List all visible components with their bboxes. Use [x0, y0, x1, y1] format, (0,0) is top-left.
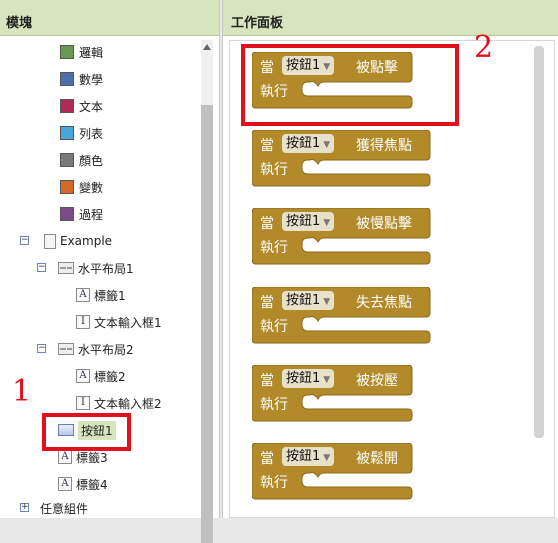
tree-item-lists[interactable]: 列表 [60, 122, 103, 144]
highlight-box-click-event [241, 44, 459, 126]
tree-item-textbox1[interactable]: I 文本輸入框1 [76, 311, 162, 333]
colors-color-icon [60, 153, 74, 167]
component-dropdown[interactable]: 按鈕1 ▼ [282, 134, 335, 153]
label-icon: A [58, 477, 72, 491]
tree-item-label: 水平布局2 [78, 342, 134, 357]
event-name: 獲得焦點 [356, 138, 412, 154]
blocks-panel-title: 模塊 [0, 0, 219, 36]
label-icon: A [58, 450, 72, 464]
component-dropdown-label: 按鈕1 [286, 371, 321, 386]
event-name: 被鬆開 [356, 451, 398, 467]
procedures-color-icon [60, 207, 74, 221]
dropdown-arrow-icon: ▼ [323, 375, 331, 385]
blocks-panel-scrollbar[interactable] [201, 40, 213, 543]
do-keyword: 執行 [260, 319, 288, 335]
tree-item-logic[interactable]: 邏輯 [60, 41, 103, 63]
textbox-icon: I [76, 396, 90, 410]
component-dropdown[interactable]: 按鈕1 ▼ [282, 212, 335, 231]
collapse-screen-toggle[interactable]: − [20, 236, 29, 245]
when-keyword: 當 [260, 451, 274, 467]
tree-item-procedures[interactable]: 過程 [60, 203, 103, 225]
collapse-hbox2-toggle[interactable]: − [37, 344, 46, 353]
label-icon: A [76, 369, 90, 383]
horizontal-arrangement-icon [58, 343, 74, 355]
tree-item-label1[interactable]: A 標籤1 [76, 284, 126, 306]
lists-color-icon [60, 126, 74, 140]
component-dropdown[interactable]: 按鈕1 ▼ [282, 291, 335, 310]
tree-item-label2[interactable]: A 標籤2 [76, 365, 126, 387]
tree-item-label: Example [60, 234, 113, 248]
logic-color-icon [60, 45, 74, 59]
tree-item-label: 數學 [79, 72, 104, 87]
event-block[interactable]: 當按鈕1 ▼ 失去焦點執行 [252, 287, 432, 345]
tree-item-label: 標籤1 [94, 288, 126, 303]
event-name: 被慢點擊 [356, 216, 412, 232]
tree-item-hbox2[interactable]: 水平布局2 [58, 338, 134, 360]
collapse-hbox1-toggle[interactable]: − [37, 263, 46, 272]
dropdown-arrow-icon: ▼ [323, 218, 331, 228]
tree-item-label4[interactable]: A 標籤4 [58, 473, 108, 495]
do-keyword: 執行 [260, 475, 288, 491]
tree-item-label: 列表 [79, 126, 104, 141]
label-icon: A [76, 288, 90, 302]
tree-item-label: 文本輸入框2 [94, 396, 162, 411]
workspace-scrollbar[interactable] [534, 46, 544, 438]
annotation-number-1: 1 [12, 374, 32, 409]
dropdown-arrow-icon: ▼ [323, 140, 331, 150]
tree-item-text[interactable]: 文本 [60, 95, 103, 117]
event-block[interactable]: 當按鈕1 ▼ 被慢點擊執行 [252, 208, 432, 266]
tree-item-label: 文本輸入框1 [94, 315, 162, 330]
do-keyword: 執行 [260, 240, 288, 256]
do-keyword: 執行 [260, 397, 288, 413]
component-dropdown-label: 按鈕1 [286, 136, 321, 151]
tree-item-label: 變數 [79, 180, 104, 195]
event-block[interactable]: 當按鈕1 ▼ 被鬆開執行 [252, 443, 414, 501]
screen-icon [44, 233, 56, 249]
annotation-number-2: 2 [474, 30, 494, 65]
textbox-icon: I [76, 315, 90, 329]
event-name: 失去焦點 [356, 295, 412, 311]
scrollbar-thumb[interactable] [201, 105, 213, 543]
when-keyword: 當 [260, 138, 274, 154]
tree-item-label: 文本 [79, 99, 104, 114]
tree-item-label: 顏色 [79, 153, 104, 168]
tree-item-screen[interactable]: Example [44, 230, 112, 252]
variables-color-icon [60, 180, 74, 194]
component-dropdown-label: 按鈕1 [286, 214, 321, 229]
tree-item-label: 過程 [79, 207, 104, 222]
text-color-icon [60, 99, 74, 113]
dropdown-arrow-icon: ▼ [323, 453, 331, 463]
tree-item-hbox1[interactable]: 水平布局1 [58, 257, 134, 279]
component-dropdown-label: 按鈕1 [286, 293, 321, 308]
when-keyword: 當 [260, 295, 274, 311]
scroll-up-arrow-icon[interactable] [203, 44, 211, 50]
do-keyword: 執行 [260, 162, 288, 178]
math-color-icon [60, 72, 74, 86]
when-keyword: 當 [260, 373, 274, 389]
expand-any-component-toggle[interactable]: + [20, 503, 29, 512]
tree-item-label: 標籤4 [76, 477, 108, 492]
event-name: 被按壓 [356, 373, 398, 389]
tree-item-colors[interactable]: 顏色 [60, 149, 103, 171]
tree-item-label: 水平布局1 [78, 261, 134, 276]
when-keyword: 當 [260, 216, 274, 232]
component-dropdown[interactable]: 按鈕1 ▼ [282, 369, 335, 388]
tree-item-label: 標籤2 [94, 369, 126, 384]
component-dropdown[interactable]: 按鈕1 ▼ [282, 447, 335, 466]
dropdown-arrow-icon: ▼ [323, 297, 331, 307]
event-block[interactable]: 當按鈕1 ▼ 被按壓執行 [252, 365, 414, 423]
tree-item-label: 邏輯 [79, 45, 104, 60]
component-dropdown-label: 按鈕1 [286, 449, 321, 464]
highlight-box-button1 [42, 413, 131, 451]
horizontal-arrangement-icon [58, 262, 74, 274]
tree-item-textbox2[interactable]: I 文本輸入框2 [76, 392, 162, 414]
event-block[interactable]: 當按鈕1 ▼ 獲得焦點執行 [252, 130, 432, 188]
tree-item-variables[interactable]: 變數 [60, 176, 103, 198]
tree-item-math[interactable]: 數學 [60, 68, 103, 90]
tree-item-label: 任意組件 [40, 501, 89, 516]
workspace-panel-title: 工作面板 [223, 0, 558, 36]
tree-item-any-component[interactable]: 任意組件 [40, 497, 88, 518]
tree-item-label: 標籤3 [76, 450, 108, 465]
